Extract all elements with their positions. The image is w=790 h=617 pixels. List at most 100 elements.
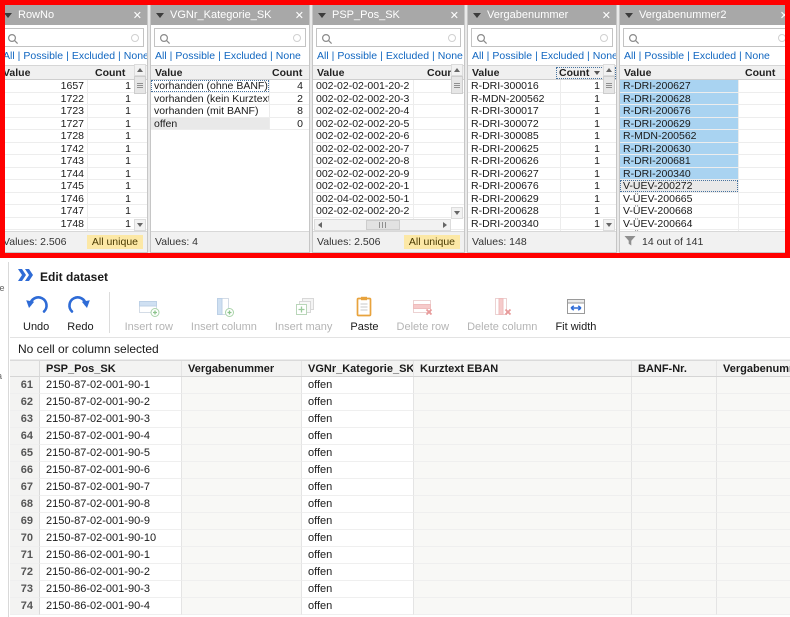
cell-psp[interactable]: 2150-87-02-001-90-6 bbox=[40, 462, 182, 479]
filter-value[interactable]: R-DRI-200627 bbox=[468, 168, 560, 180]
filter-value[interactable]: R-DRI-200627 bbox=[620, 80, 738, 92]
cell-kurz[interactable] bbox=[414, 428, 632, 445]
close-icon[interactable]: ✕ bbox=[291, 9, 304, 22]
cell-kurz[interactable] bbox=[414, 445, 632, 462]
filter-value[interactable]: R-DRI-200629 bbox=[620, 118, 738, 130]
filter-value-row[interactable]: 17491 bbox=[5, 230, 147, 231]
cell-kat[interactable]: offen bbox=[302, 581, 414, 598]
cell-verg2[interactable] bbox=[717, 547, 790, 564]
filter-value-row[interactable]: 002-04-02-002-50-1 bbox=[313, 193, 464, 206]
filter-value-row[interactable]: 002-02-02-002-20-4 bbox=[313, 105, 464, 118]
clear-search-icon[interactable] bbox=[131, 34, 139, 42]
cell-kat[interactable]: offen bbox=[302, 479, 414, 496]
cell-verg[interactable] bbox=[182, 530, 302, 547]
filter-value[interactable]: 002-02-02-001-20-2 bbox=[313, 80, 413, 92]
filter-value-row[interactable]: vorhanden (mit BANF)8 bbox=[151, 105, 309, 118]
vertical-scrollbar[interactable] bbox=[134, 64, 146, 231]
cell-kurz[interactable] bbox=[414, 411, 632, 428]
cell-psp[interactable]: 2150-87-02-001-90-1 bbox=[40, 377, 182, 394]
filter-value-row[interactable]: R-DRI-3000171 bbox=[468, 105, 616, 118]
filter-value[interactable]: 1747 bbox=[5, 205, 87, 217]
count-column-header[interactable]: Count bbox=[742, 67, 785, 79]
filter-link-none[interactable]: None bbox=[276, 50, 301, 62]
cell-kat[interactable]: offen bbox=[302, 513, 414, 530]
row-number[interactable]: 72 bbox=[10, 564, 40, 581]
search-input[interactable] bbox=[23, 32, 127, 43]
filter-value-row[interactable]: 17231 bbox=[5, 105, 147, 118]
row-number[interactable]: 71 bbox=[10, 547, 40, 564]
cell-banf[interactable] bbox=[632, 445, 717, 462]
cell-verg2[interactable] bbox=[717, 377, 790, 394]
clear-search-icon[interactable] bbox=[293, 34, 301, 42]
value-column-header[interactable]: Value bbox=[5, 67, 92, 79]
filter-value[interactable]: R-DRI-300017 bbox=[468, 105, 560, 117]
filter-value[interactable]: offen bbox=[151, 118, 269, 130]
filter-value-row[interactable]: 16571 bbox=[5, 80, 147, 93]
cell-kurz[interactable] bbox=[414, 377, 632, 394]
search-input[interactable] bbox=[175, 32, 289, 43]
filter-value-row[interactable]: R-DRI-200681 bbox=[620, 155, 785, 168]
search-input[interactable] bbox=[492, 32, 596, 43]
filter-value[interactable]: 1723 bbox=[5, 105, 87, 117]
filter-value[interactable]: R-DRI-200681 bbox=[620, 155, 738, 167]
cell-kurz[interactable] bbox=[414, 394, 632, 411]
cell-verg2[interactable] bbox=[717, 394, 790, 411]
cell-banf[interactable] bbox=[632, 564, 717, 581]
row-number[interactable]: 70 bbox=[10, 530, 40, 547]
filter-value[interactable]: R-MDN-200562 bbox=[468, 93, 560, 105]
search-input[interactable] bbox=[644, 32, 774, 43]
filter-value[interactable]: V-UEV-200272 bbox=[620, 180, 738, 192]
filter-value[interactable]: V-ÜEV-200665 bbox=[620, 193, 738, 205]
filter-value-row[interactable]: 17281 bbox=[5, 130, 147, 143]
cell-kurz[interactable] bbox=[414, 581, 632, 598]
scroll-right-icon[interactable] bbox=[443, 222, 447, 228]
cell-psp[interactable]: 2150-87-02-001-90-3 bbox=[40, 411, 182, 428]
cell-verg[interactable] bbox=[182, 479, 302, 496]
cell-verg2[interactable] bbox=[717, 411, 790, 428]
value-column-header[interactable]: Value bbox=[151, 67, 269, 79]
horizontal-scrollbar[interactable] bbox=[314, 219, 451, 231]
filter-value[interactable]: 1744 bbox=[5, 168, 87, 180]
filter-value-row[interactable]: 17451 bbox=[5, 180, 147, 193]
value-column-header[interactable]: Value bbox=[620, 67, 742, 79]
cell-psp[interactable]: 2150-87-02-001-90-5 bbox=[40, 445, 182, 462]
filter-value-row[interactable]: V-ÜEV-200633 bbox=[620, 230, 785, 231]
cell-verg2[interactable] bbox=[717, 513, 790, 530]
filter-value-row[interactable]: R-DRI-3000721 bbox=[468, 118, 616, 131]
search-box[interactable] bbox=[471, 28, 613, 47]
filter-link-none[interactable]: None bbox=[124, 50, 147, 62]
scrollbar-thumb[interactable] bbox=[603, 76, 615, 94]
cell-kat[interactable]: offen bbox=[302, 445, 414, 462]
filter-value-row[interactable]: R-DRI-2006271 bbox=[468, 168, 616, 181]
filter-value[interactable]: 1746 bbox=[5, 193, 87, 205]
filter-value[interactable]: R-DRI-200340 bbox=[468, 218, 560, 230]
filter-value[interactable]: V-ÜEV-200664 bbox=[620, 218, 738, 230]
cell-verg2[interactable] bbox=[717, 479, 790, 496]
cell-banf[interactable] bbox=[632, 581, 717, 598]
filter-link-all[interactable]: All bbox=[624, 50, 636, 62]
filter-link-possible[interactable]: Possible bbox=[644, 50, 684, 62]
filter-value[interactable]: R-DRI-200625 bbox=[468, 143, 560, 155]
row-number[interactable]: 64 bbox=[10, 428, 40, 445]
cell-verg[interactable] bbox=[182, 581, 302, 598]
filter-value-row[interactable]: 002-02-02-002-20-8 bbox=[313, 155, 464, 168]
filter-value-row[interactable]: 17461 bbox=[5, 193, 147, 206]
filter-value-row[interactable]: vorhanden (kein Kurztext)2 bbox=[151, 93, 309, 106]
row-number[interactable]: 62 bbox=[10, 394, 40, 411]
filter-value-row[interactable]: R-DRI-3000851 bbox=[468, 130, 616, 143]
cell-kurz[interactable] bbox=[414, 530, 632, 547]
filter-value[interactable]: 002-04-02-002-50-1 bbox=[313, 193, 413, 205]
cell-verg[interactable] bbox=[182, 462, 302, 479]
filter-value[interactable]: 002-02-02-002-20-5 bbox=[313, 118, 413, 130]
filter-value-row[interactable]: R-DRI-2006761 bbox=[468, 180, 616, 193]
vertical-scrollbar[interactable] bbox=[451, 64, 463, 219]
row-number[interactable]: 65 bbox=[10, 445, 40, 462]
cell-verg2[interactable] bbox=[717, 445, 790, 462]
filter-panel-titlebar[interactable]: Vergabenummer2✕ bbox=[620, 5, 785, 25]
filter-value[interactable]: R-DRI-200626 bbox=[468, 155, 560, 167]
cell-kurz[interactable] bbox=[414, 462, 632, 479]
filter-link-possible[interactable]: Possible bbox=[337, 50, 377, 62]
filter-value[interactable]: 1657 bbox=[5, 80, 87, 92]
filter-value-row[interactable]: R-DRI-200628 bbox=[620, 93, 785, 106]
filter-value[interactable]: 002-02-02-002-20-4 bbox=[313, 105, 413, 117]
